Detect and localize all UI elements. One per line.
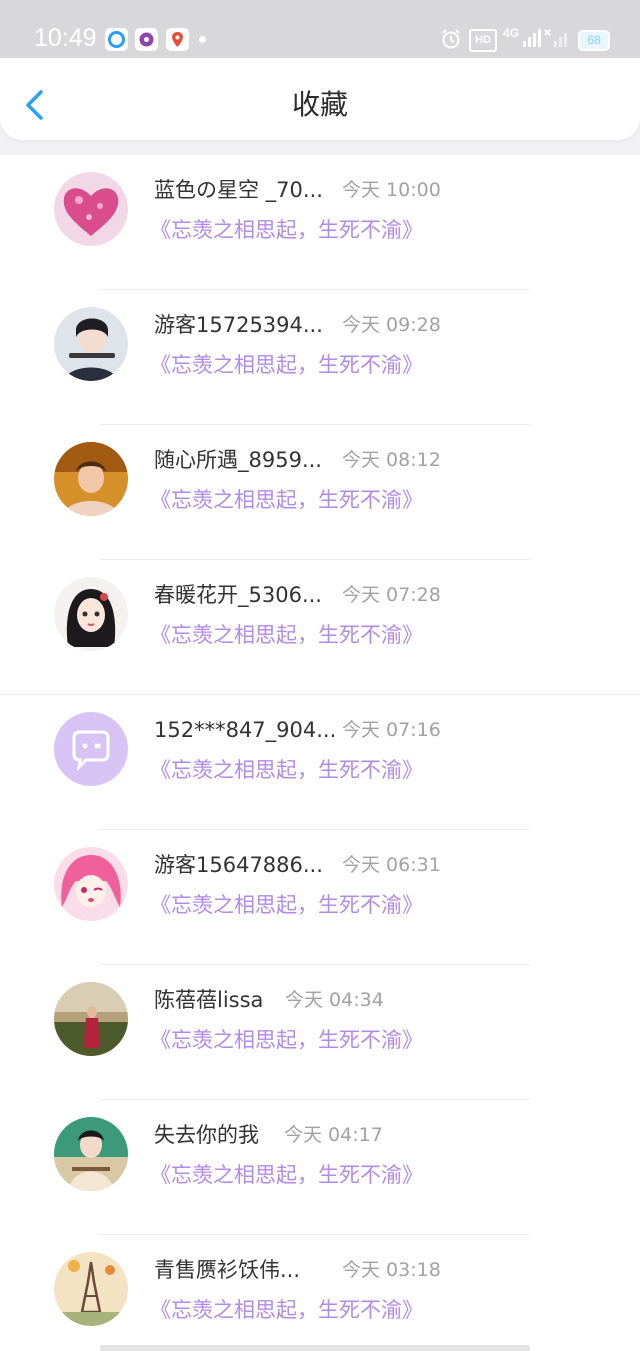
map-app-icon: [166, 28, 189, 51]
story-title[interactable]: 《忘羡之相思起，生死不渝》: [150, 1160, 423, 1190]
story-title[interactable]: 《忘羡之相思起，生死不渝》: [150, 1295, 423, 1325]
list-item[interactable]: 春暖花开_5306... 今天 07:28 《忘羡之相思起，生死不渝》: [0, 560, 640, 695]
story-title[interactable]: 《忘羡之相思起，生死不渝》: [150, 485, 423, 515]
alarm-icon: [440, 28, 462, 54]
signal-x-icon: [543, 28, 569, 52]
network-type: 4G: [503, 26, 520, 40]
pink-heart-avatar[interactable]: [54, 172, 128, 246]
flute-player-avatar[interactable]: [54, 307, 128, 381]
list-item[interactable]: 游客15725394... 今天 09:28 《忘羡之相思起，生死不渝》: [0, 290, 640, 425]
user-name: 陈蓓蓓lissa: [154, 988, 264, 1012]
user-name: 游客15647886...: [154, 853, 323, 877]
timestamp: 今天 06:31: [342, 854, 441, 876]
anime-girl-avatar[interactable]: [54, 577, 128, 651]
timestamp: 今天 04:17: [284, 1124, 383, 1146]
user-name: 蓝色の星空 _70...: [154, 178, 323, 202]
story-title[interactable]: 《忘羡之相思起，生死不渝》: [150, 620, 423, 650]
list-item[interactable]: 陈蓓蓓lissa 今天 04:34 《忘羡之相思起，生死不渝》: [0, 965, 640, 1100]
timestamp: 今天 09:28: [342, 314, 441, 336]
bottom-scroll-edge: [100, 1345, 530, 1351]
battery-indicator: 68: [578, 30, 610, 51]
user-name: 随心所遇_8959...: [154, 448, 322, 472]
status-time: 10:49: [34, 24, 97, 52]
timestamp: 今天 07:16: [342, 719, 441, 741]
hd-badge: HD: [469, 29, 497, 52]
user-name: 游客15725394...: [154, 313, 323, 337]
story-title[interactable]: 《忘羡之相思起，生死不渝》: [150, 215, 423, 245]
story-title[interactable]: 《忘羡之相思起，生死不渝》: [150, 890, 423, 920]
eiffel-tower-avatar[interactable]: [54, 1252, 128, 1326]
notification-dot: [199, 36, 206, 43]
list-item[interactable]: 游客15647886... 今天 06:31 《忘羡之相思起，生死不渝》: [0, 830, 640, 965]
timestamp: 今天 04:34: [285, 989, 384, 1011]
page-title: 收藏: [291, 88, 348, 121]
story-title[interactable]: 《忘羡之相思起，生死不渝》: [150, 755, 423, 785]
list-item[interactable]: 随心所遇_8959... 今天 08:12 《忘羡之相思起，生死不渝》: [0, 425, 640, 560]
list-item[interactable]: 青售赝衫饫伟... 今天 03:18 《忘羡之相思起，生死不渝》: [0, 1235, 640, 1351]
user-name: 春暖花开_5306...: [154, 583, 322, 607]
pink-hair-anime-avatar[interactable]: [54, 847, 128, 921]
list-item[interactable]: 失去你的我 今天 04:17 《忘羡之相思起，生死不渝》: [0, 1100, 640, 1235]
timestamp: 今天 08:12: [342, 449, 441, 471]
story-title[interactable]: 《忘羡之相思起，生死不渝》: [150, 350, 423, 380]
favorites-list: 蓝色の星空 _70... 今天 10:00 《忘羡之相思起，生死不渝》 游客15…: [0, 155, 640, 1351]
timestamp: 今天 10:00: [342, 179, 441, 201]
timestamp: 今天 03:18: [342, 1259, 441, 1281]
list-item[interactable]: 蓝色の星空 _70... 今天 10:00 《忘羡之相思起，生死不渝》: [0, 155, 640, 290]
traditional-costume-avatar[interactable]: [54, 1117, 128, 1191]
photo-avatar[interactable]: [54, 982, 128, 1056]
signal-icon: [521, 28, 543, 52]
timestamp: 今天 07:28: [342, 584, 441, 606]
music-app-icon: [135, 28, 158, 51]
user-name: 152***847_904...: [154, 718, 337, 742]
default-chat-avatar[interactable]: [54, 712, 128, 786]
browser-app-icon: [105, 28, 128, 51]
selfie-avatar[interactable]: [54, 442, 128, 516]
user-name: 失去你的我: [154, 1123, 259, 1147]
user-name: 青售赝衫饫伟...: [154, 1258, 301, 1282]
story-title[interactable]: 《忘羡之相思起，生死不渝》: [150, 1025, 423, 1055]
list-item[interactable]: 152***847_904... 今天 07:16 《忘羡之相思起，生死不渝》: [0, 695, 640, 830]
